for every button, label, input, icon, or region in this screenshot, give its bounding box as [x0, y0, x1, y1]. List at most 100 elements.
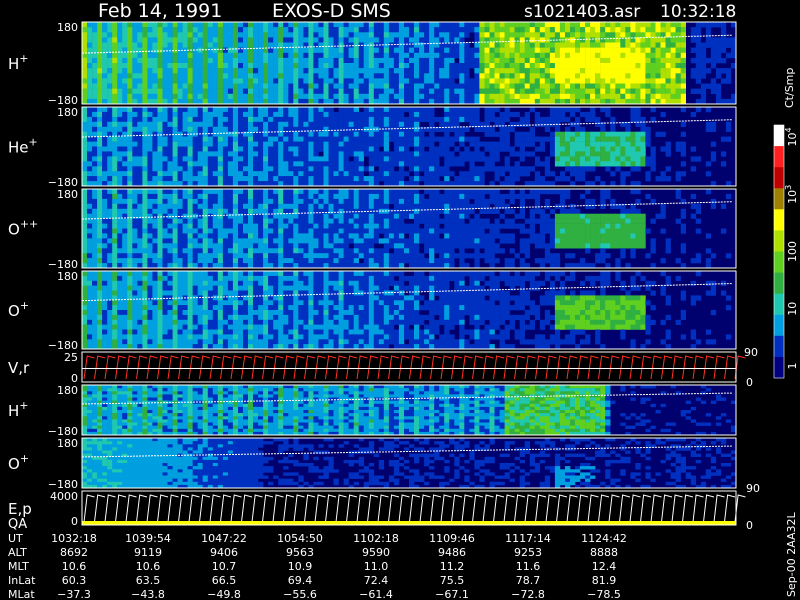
heatmap-cell — [358, 161, 364, 167]
heatmap-cell — [600, 88, 606, 94]
heatmap-cell — [675, 52, 681, 59]
heatmap-cell — [107, 203, 113, 209]
heatmap-cell — [494, 42, 500, 48]
heatmap-cell — [328, 166, 334, 172]
heatmap-cell — [137, 37, 143, 43]
heatmap-cell — [534, 83, 541, 89]
heatmap-cell — [373, 121, 380, 127]
heatmap-cell — [590, 47, 596, 53]
heatmap-cell — [343, 116, 349, 123]
heatmap-cell — [343, 203, 349, 209]
heatmap-cell — [570, 166, 576, 172]
heatmap-cell — [238, 68, 244, 74]
heatmap-cell — [187, 193, 193, 200]
heatmap-cell — [529, 223, 535, 229]
heatmap-cell — [559, 93, 566, 100]
heatmap-cell — [474, 47, 480, 53]
heatmap-cell — [328, 88, 334, 94]
heatmap-cell — [313, 253, 319, 259]
heatmap-cell — [660, 171, 666, 177]
heatmap-cell — [474, 126, 480, 132]
heatmap-cell — [439, 248, 445, 254]
heatmap-cell — [464, 107, 470, 113]
heatmap-cell — [519, 238, 525, 244]
heatmap-cell — [474, 107, 480, 113]
heatmap-cell — [92, 223, 98, 229]
heatmap-cell — [575, 22, 581, 28]
heatmap-cell — [87, 166, 93, 172]
heatmap-cell — [97, 126, 103, 132]
heatmap-cell — [393, 52, 400, 59]
heatmap-cell — [238, 42, 244, 48]
heatmap-cell — [308, 63, 314, 69]
heatmap-cell — [253, 161, 259, 167]
heatmap-cell — [227, 166, 234, 172]
heatmap-cell — [489, 63, 495, 69]
heatmap-cell — [499, 116, 505, 123]
heatmap-cell — [519, 141, 525, 147]
heatmap-cell — [595, 131, 601, 137]
heatmap-cell — [529, 78, 535, 84]
heatmap-cell — [514, 63, 520, 69]
heatmap-cell — [575, 116, 581, 123]
heatmap-cell — [232, 141, 239, 147]
heatmap-cell — [554, 176, 561, 182]
heatmap-cell — [308, 88, 314, 94]
heatmap-cell — [378, 253, 385, 259]
heatmap-cell — [222, 37, 229, 43]
heatmap-cell — [474, 248, 480, 254]
heatmap-cell — [202, 228, 208, 234]
heatmap-cell — [575, 141, 581, 147]
heatmap-cell — [127, 126, 133, 132]
heatmap-cell — [630, 78, 636, 84]
heatmap-cell — [353, 166, 359, 172]
heatmap-cell — [539, 47, 546, 53]
heatmap-cell — [293, 47, 299, 53]
heatmap-cell — [147, 141, 153, 147]
heatmap-cell — [248, 248, 254, 254]
heatmap-cell — [192, 171, 198, 177]
heatmap-cell — [398, 52, 405, 59]
heatmap-cell — [92, 141, 98, 147]
heatmap-cell — [222, 176, 229, 182]
heatmap-cell — [303, 166, 309, 172]
heatmap-cell — [82, 88, 88, 94]
heatmap-cell — [303, 189, 309, 195]
heatmap-cell — [222, 121, 229, 127]
heatmap-cell — [705, 161, 712, 167]
heatmap-cell — [489, 233, 495, 239]
heatmap-cell — [378, 111, 385, 118]
heatmap-cell — [303, 88, 309, 94]
heatmap-cell — [187, 258, 193, 264]
heatmap-cell — [328, 73, 334, 79]
heatmap-cell — [454, 136, 460, 142]
heatmap-cell — [263, 116, 269, 123]
heatmap-cell — [655, 78, 661, 84]
heatmap-cell — [172, 156, 178, 162]
heatmap-cell — [232, 218, 239, 224]
heatmap-cell — [383, 248, 390, 254]
heatmap-cell — [243, 253, 249, 259]
heatmap-cell — [524, 111, 530, 118]
heatmap-cell — [248, 189, 254, 195]
heatmap-cell — [409, 161, 415, 167]
heatmap-cell — [509, 238, 515, 244]
heatmap-cell — [323, 189, 329, 195]
heatmap-cell — [192, 32, 198, 38]
heatmap-cell — [263, 57, 269, 64]
heatmap-cell — [595, 156, 601, 162]
heatmap-cell — [217, 116, 224, 123]
heatmap-cell — [655, 37, 661, 43]
heatmap-cell — [238, 243, 244, 249]
heatmap-cell — [393, 233, 400, 239]
heatmap-cell — [97, 73, 103, 79]
heatmap-cell — [293, 131, 299, 137]
heatmap-cell — [172, 218, 178, 224]
heatmap-cell — [690, 27, 696, 33]
heatmap-cell — [253, 151, 259, 157]
heatmap-cell — [454, 47, 460, 53]
heatmap-cell — [167, 111, 173, 118]
heatmap-cell — [162, 248, 168, 254]
heatmap-cell — [217, 136, 224, 142]
heatmap-cell — [454, 32, 460, 38]
